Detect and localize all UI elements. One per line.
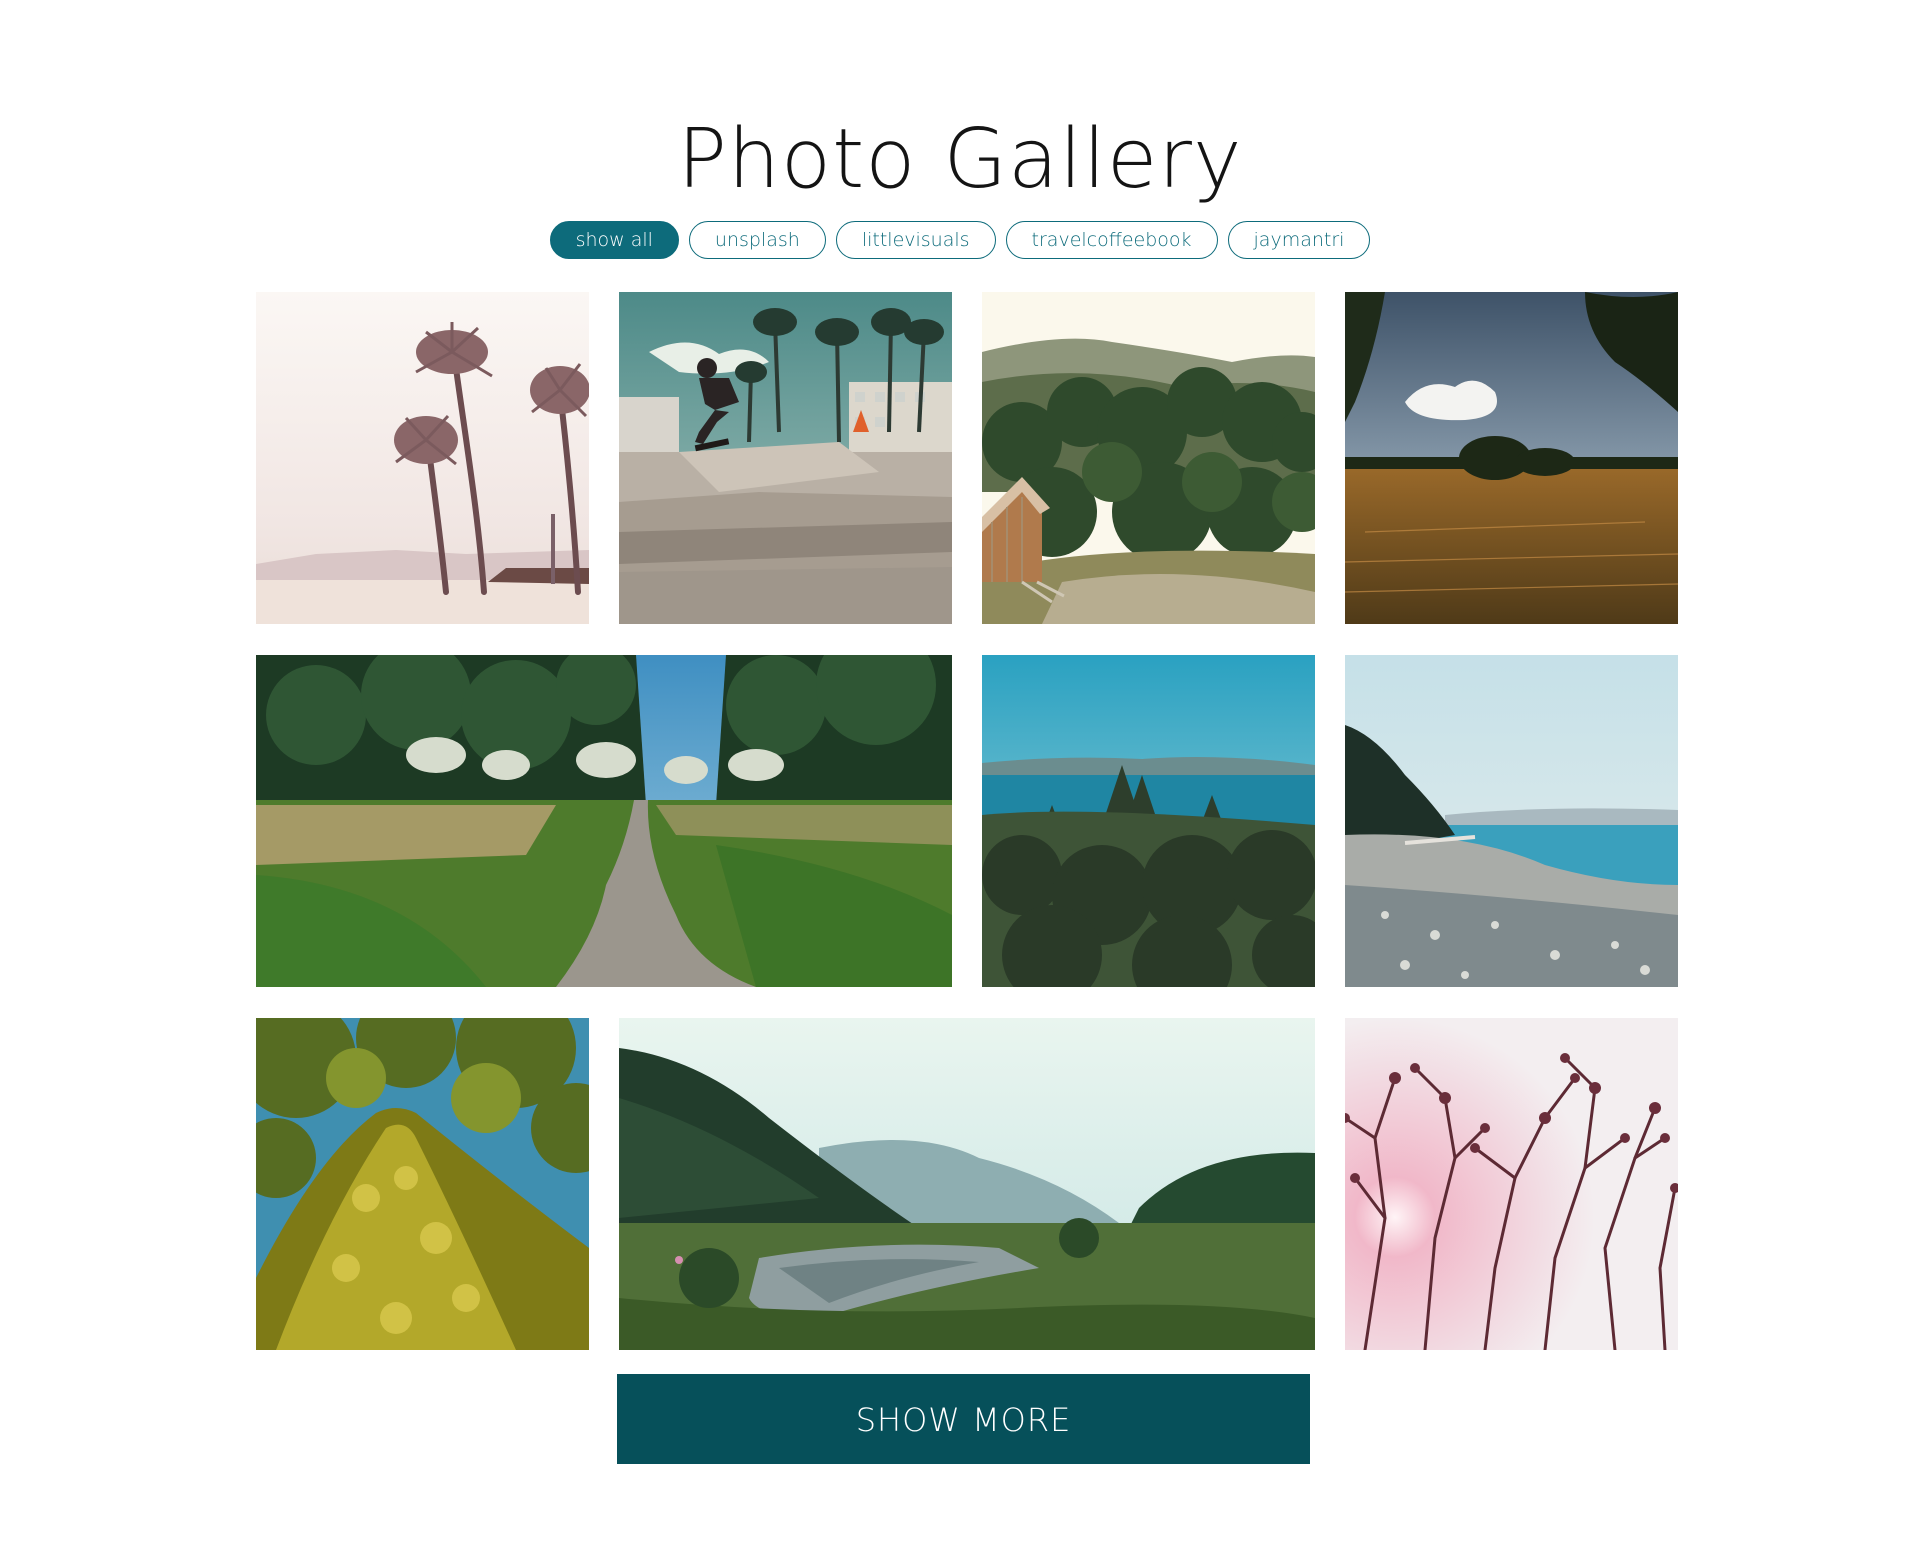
gallery-photo-forest-shed[interactable] — [982, 292, 1315, 624]
gallery-photo-palm-beach[interactable] — [256, 292, 589, 624]
gallery-photo-misty-valley[interactable] — [619, 1018, 1315, 1350]
wheat-field-image — [1345, 292, 1678, 624]
gallery-photo-skatepark[interactable] — [619, 292, 952, 624]
gallery-photo-pebble-beach[interactable] — [1345, 655, 1678, 987]
filter-unsplash[interactable]: unsplash — [688, 221, 826, 259]
gallery-photo-mossy-trunk[interactable] — [256, 1018, 589, 1350]
filter-bar: show all unsplash littlevisuals travelco… — [0, 221, 1920, 259]
blossom-branches-image — [1345, 1018, 1678, 1350]
gallery-photo-ocean-pines[interactable] — [982, 655, 1315, 987]
gallery-photo-wheat-field[interactable] — [1345, 292, 1678, 624]
page-title: Photo Gallery — [677, 112, 1243, 207]
filter-show-all[interactable]: show all — [549, 221, 679, 259]
skatepark-image — [619, 292, 952, 624]
pebble-beach-image — [1345, 655, 1678, 987]
filter-travelcoffeebook[interactable]: travelcoffeebook — [1005, 221, 1218, 259]
show-more-button[interactable]: SHOW MORE — [617, 1374, 1310, 1464]
palm-beach-image — [256, 292, 589, 624]
filter-littlevisuals[interactable]: littlevisuals — [835, 221, 996, 259]
gallery-photo-blossom-branches[interactable] — [1345, 1018, 1678, 1350]
meadow-path-image — [256, 655, 952, 987]
ocean-pines-image — [982, 655, 1315, 987]
misty-valley-image — [619, 1018, 1315, 1350]
forest-shed-image — [982, 292, 1315, 624]
gallery-photo-meadow-path[interactable] — [256, 655, 952, 987]
mossy-trunk-image — [256, 1018, 589, 1350]
filter-jaymantri[interactable]: jaymantri — [1227, 221, 1371, 259]
